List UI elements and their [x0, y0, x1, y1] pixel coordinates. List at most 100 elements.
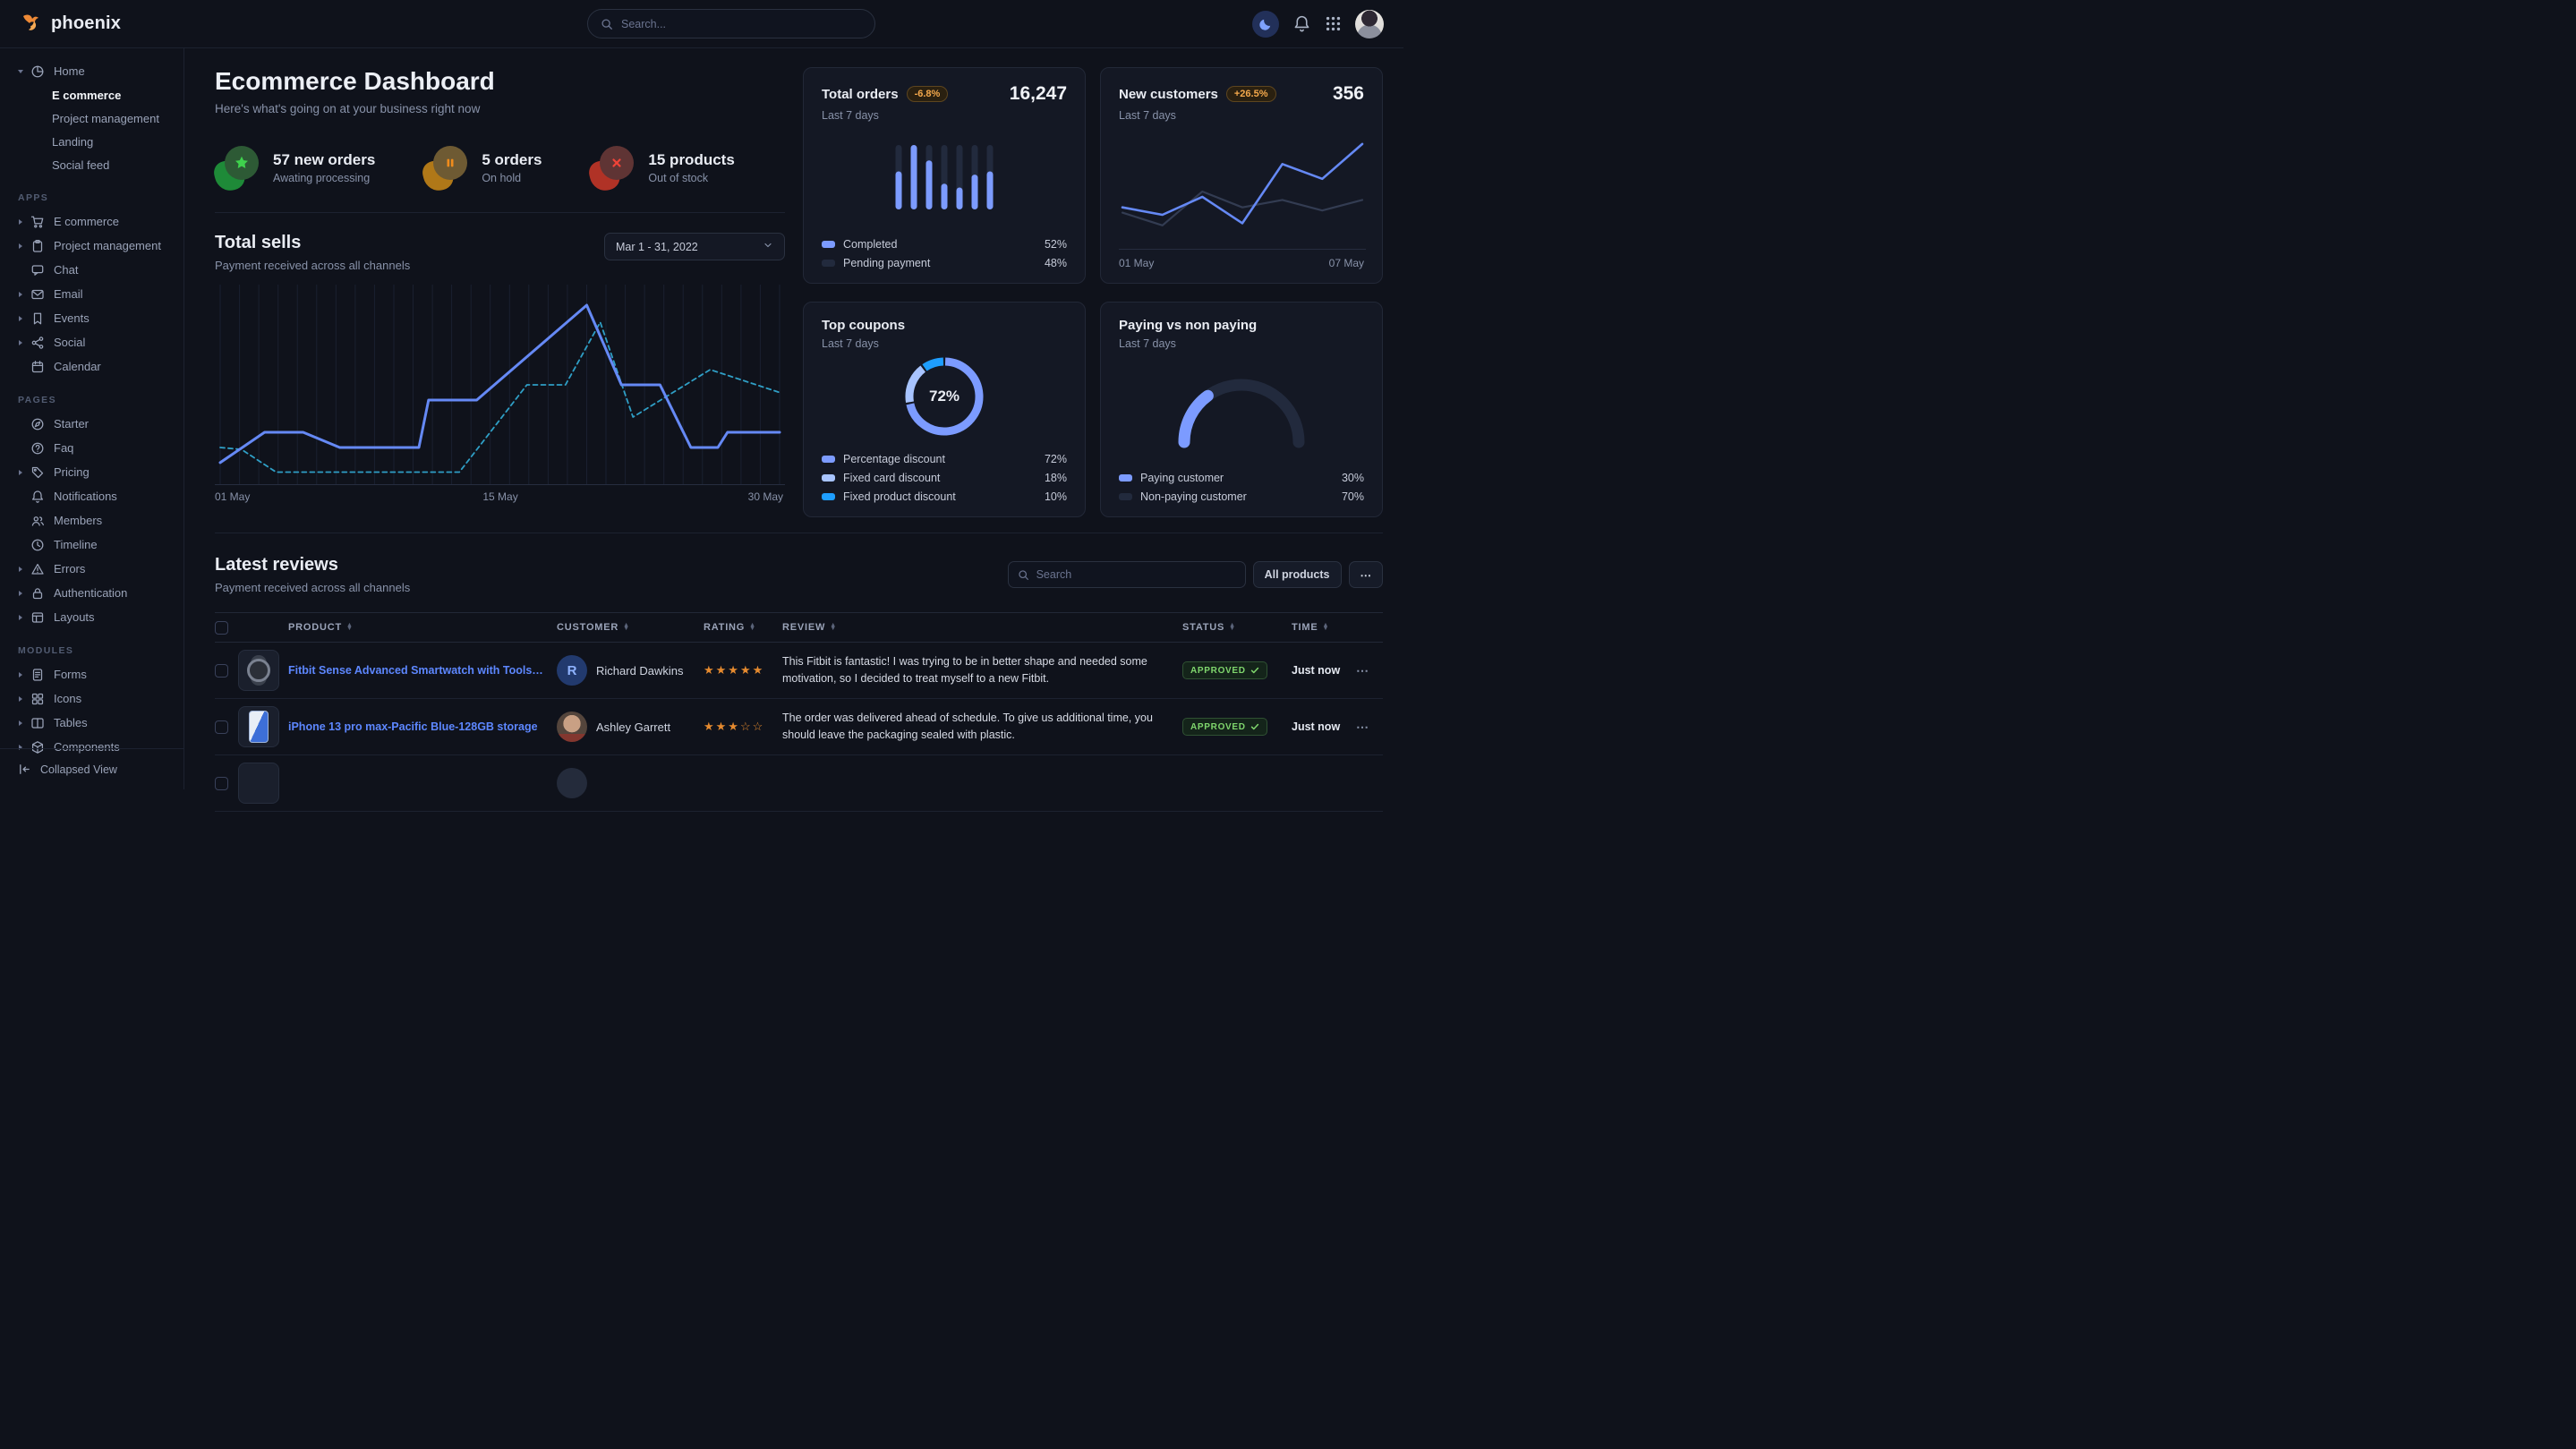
bell-icon — [30, 490, 45, 504]
apps-menu-button[interactable] — [1325, 15, 1342, 32]
sidebar-subitem-social-feed[interactable]: Social feed — [0, 153, 183, 176]
row-menu-button[interactable]: ⋯ — [1356, 663, 1383, 678]
compass-icon — [30, 417, 45, 431]
customer-avatar: R — [557, 655, 587, 686]
new-customers-period: Last 7 days — [1119, 109, 1364, 122]
total-sells-title: Total sells — [215, 233, 410, 253]
sidebar-item-icons[interactable]: Icons — [0, 686, 183, 711]
pie-chart-icon — [30, 64, 45, 79]
notifications-button[interactable] — [1292, 14, 1311, 33]
sidebar-item-events[interactable]: Events — [0, 306, 183, 330]
sort-icon: ▲▼ — [830, 624, 837, 632]
product-thumbnail[interactable] — [238, 763, 279, 804]
sidebar-item-social[interactable]: Social — [0, 330, 183, 354]
legend-label: Non-paying customer — [1140, 490, 1247, 503]
top-coupons-period: Last 7 days — [822, 337, 1067, 350]
date-range-select[interactable]: Mar 1 - 31, 2022 — [604, 233, 785, 260]
sidebar-item-notifications[interactable]: Notifications — [0, 484, 183, 508]
sidebar-item-label: Icons — [54, 692, 81, 705]
check-icon — [1250, 722, 1259, 731]
stats-cards: Total orders -6.8% 16,247 Last 7 days Co… — [803, 67, 1383, 517]
reviews-search-input[interactable] — [1036, 568, 1236, 581]
total-orders-card: Total orders -6.8% 16,247 Last 7 days Co… — [803, 67, 1086, 284]
check-icon — [1250, 666, 1259, 675]
collapse-icon — [18, 763, 31, 776]
sidebar-item-authentication[interactable]: Authentication — [0, 581, 183, 605]
sidebar-section-label: MODULES — [0, 629, 183, 662]
legend-label: Completed — [843, 238, 897, 251]
top-coupons-legend: Percentage discount72%Fixed card discoun… — [822, 447, 1067, 503]
sidebar-subitem-landing[interactable]: Landing — [0, 130, 183, 153]
top-coupons-title: Top coupons — [822, 318, 905, 333]
reviews-table-header: PRODUCT ▲▼CUSTOMER ▲▼RATING ▲▼REVIEW ▲▼S… — [215, 612, 1383, 643]
review-time: Just now — [1292, 720, 1356, 733]
left-column: Ecommerce Dashboard Here's what's going … — [215, 67, 785, 517]
sidebar-subitem-e-commerce[interactable]: E commerce — [0, 83, 183, 107]
sidebar-subitem-project-management[interactable]: Project management — [0, 107, 183, 130]
row-menu-button[interactable]: ⋯ — [1356, 720, 1383, 735]
stat-subtitle: On hold — [482, 172, 542, 184]
sort-icon: ▲▼ — [1229, 624, 1236, 632]
sidebar-item-label: Tables — [54, 716, 88, 729]
sidebar-item-project-management[interactable]: Project management — [0, 234, 183, 258]
col-status[interactable]: STATUS ▲▼ — [1182, 622, 1292, 633]
sidebar-item-tables[interactable]: Tables — [0, 711, 183, 735]
total-orders-bars-svg — [889, 145, 1000, 209]
customer-name: Richard Dawkins — [596, 664, 684, 678]
brand-logo[interactable]: phoenix — [20, 13, 121, 36]
sidebar-item-timeline[interactable]: Timeline — [0, 533, 183, 557]
quick-stats: 57 new orders Awating processing 5 order… — [215, 144, 785, 213]
col-product[interactable]: PRODUCT ▲▼ — [288, 622, 557, 633]
user-avatar[interactable] — [1355, 10, 1384, 38]
total-orders-value: 16,247 — [1010, 83, 1067, 105]
global-search[interactable] — [587, 9, 875, 38]
new-customers-line-svg — [1119, 130, 1366, 251]
search-icon — [601, 18, 613, 30]
stat-subtitle: Out of stock — [648, 172, 734, 184]
row-checkbox[interactable] — [215, 777, 228, 790]
topbar: phoenix — [0, 0, 1403, 48]
select-all-checkbox[interactable] — [215, 621, 228, 635]
product-link[interactable]: Fitbit Sense Advanced Smartwatch with To… — [288, 664, 557, 677]
calendar-icon — [30, 360, 45, 374]
col-time[interactable]: TIME ▲▼ — [1292, 622, 1356, 633]
sidebar-item-pricing[interactable]: Pricing — [0, 460, 183, 484]
product-link[interactable]: iPhone 13 pro max-Pacific Blue-128GB sto… — [288, 720, 557, 733]
moon-icon — [1258, 17, 1273, 31]
stat-star-icon — [215, 144, 261, 191]
sidebar-item-home[interactable]: Home — [0, 59, 183, 83]
col-rating[interactable]: RATING ▲▼ — [704, 622, 782, 633]
page-title: Ecommerce Dashboard — [215, 67, 785, 96]
envelope-icon — [30, 287, 45, 302]
legend-row: Non-paying customer70% — [1119, 490, 1364, 503]
sidebar-item-starter[interactable]: Starter — [0, 412, 183, 436]
file-text-icon — [30, 668, 45, 682]
sidebar-item-forms[interactable]: Forms — [0, 662, 183, 686]
row-checkbox[interactable] — [215, 664, 228, 678]
product-thumbnail[interactable] — [238, 706, 279, 747]
col-review[interactable]: REVIEW ▲▼ — [782, 622, 1182, 633]
sidebar-item-chat[interactable]: Chat — [0, 258, 183, 282]
sidebar-item-errors[interactable]: Errors — [0, 557, 183, 581]
product-thumbnail[interactable] — [238, 650, 279, 691]
more-options-button[interactable]: ⋯ — [1349, 561, 1384, 588]
all-products-button[interactable]: All products — [1253, 561, 1342, 588]
theme-toggle-button[interactable] — [1252, 11, 1279, 38]
legend-value: 10% — [1045, 490, 1067, 503]
col-customer[interactable]: CUSTOMER ▲▼ — [557, 622, 704, 633]
sidebar-item-email[interactable]: Email — [0, 282, 183, 306]
search-input[interactable] — [621, 18, 862, 30]
sidebar-item-label: Layouts — [54, 610, 95, 624]
sidebar-item-layouts[interactable]: Layouts — [0, 605, 183, 629]
sidebar-item-faq[interactable]: Faq — [0, 436, 183, 460]
sidebar-item-members[interactable]: Members — [0, 508, 183, 533]
row-checkbox[interactable] — [215, 720, 228, 734]
sidebar-item-calendar[interactable]: Calendar — [0, 354, 183, 379]
sidebar-item-label: Events — [54, 311, 90, 325]
collapse-view-button[interactable]: Collapsed View — [0, 748, 183, 789]
legend-value: 18% — [1045, 472, 1067, 484]
columns-icon — [30, 716, 45, 730]
sidebar-item-e-commerce[interactable]: E commerce — [0, 209, 183, 234]
reviews-search[interactable] — [1008, 561, 1246, 588]
clipboard-icon — [30, 239, 45, 253]
